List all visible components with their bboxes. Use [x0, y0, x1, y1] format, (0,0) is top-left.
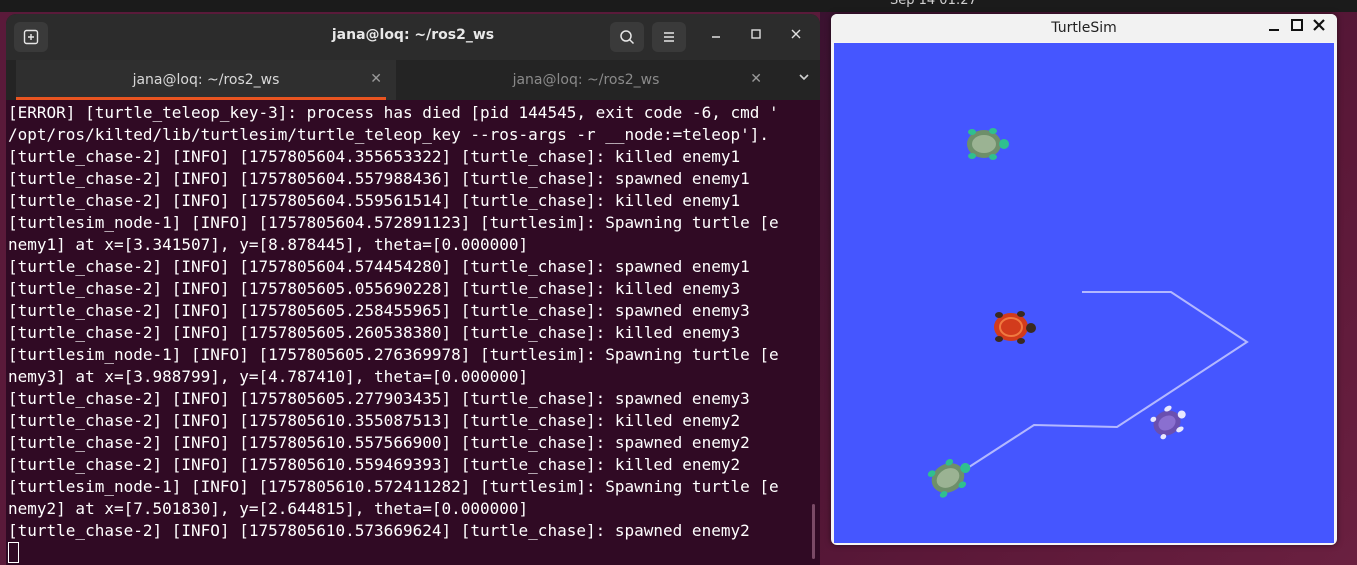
- terminal-line: [turtlesim_node-1] [INFO] [1757805610.57…: [8, 477, 779, 496]
- terminal-line: [turtle_chase-2] [INFO] [1757805604.5595…: [8, 191, 741, 210]
- terminal-headerbar[interactable]: jana@loq: ~/ros2_ws: [6, 14, 820, 60]
- terminal-window[interactable]: jana@loq: ~/ros2_ws jana@loq: ~/ros2_ws …: [6, 14, 820, 565]
- maximize-icon: [1291, 19, 1303, 31]
- minimize-icon: [712, 36, 720, 38]
- tab-bar: jana@loq: ~/ros2_ws ✕ jana@loq: ~/ros2_w…: [6, 60, 820, 100]
- terminal-line: [turtle_chase-2] [INFO] [1757805610.5575…: [8, 433, 750, 452]
- active-tab-indicator: [16, 97, 386, 100]
- green-turtle-icon: [967, 128, 1009, 160]
- turtlesim-maximize-button[interactable]: [1291, 18, 1303, 36]
- terminal-line: [turtle_chase-2] [INFO] [1757805605.2779…: [8, 389, 750, 408]
- terminal-line: [turtle_chase-2] [INFO] [1757805610.3550…: [8, 411, 741, 430]
- terminal-line: [turtle_chase-2] [INFO] [1757805604.3556…: [8, 147, 741, 166]
- close-icon: [1313, 19, 1325, 31]
- terminal-line: [turtle_chase-2] [INFO] [1757805604.5744…: [8, 257, 750, 276]
- turtlesim-canvas[interactable]: [834, 43, 1334, 543]
- menu-button[interactable]: [652, 22, 686, 52]
- turtlesim-scene: [927, 128, 1249, 498]
- search-icon: [620, 30, 635, 45]
- terminal-line: [turtle_chase-2] [INFO] [1757805610.5736…: [8, 521, 750, 540]
- turtlesim-close-button[interactable]: [1313, 18, 1325, 36]
- terminal-output[interactable]: [ERROR] [turtle_teleop_key-3]: process h…: [8, 102, 816, 565]
- terminal-line: [turtlesim_node-1] [INFO] [1757805604.57…: [8, 213, 779, 232]
- scrollbar[interactable]: [812, 504, 815, 559]
- green-turtle-icon: [927, 458, 971, 498]
- tab-terminal-1[interactable]: jana@loq: ~/ros2_ws ✕: [16, 60, 396, 100]
- terminal-line: [ERROR] [turtle_teleop_key-3]: process h…: [8, 103, 779, 122]
- maximize-icon: [751, 29, 761, 39]
- search-button[interactable]: [610, 22, 644, 52]
- close-button[interactable]: [786, 27, 806, 43]
- terminal-line: /opt/ros/kilted/lib/turtlesim/turtle_tel…: [8, 125, 769, 144]
- turtlesim-window[interactable]: TurtleSim: [831, 14, 1337, 545]
- minimize-button[interactable]: [706, 27, 726, 43]
- minimize-icon: [1269, 29, 1279, 31]
- hamburger-menu-icon: [664, 32, 674, 42]
- tab-label: jana@loq: ~/ros2_ws: [132, 72, 280, 88]
- turtlesim-title: TurtleSim: [1051, 20, 1117, 36]
- terminal-line: [turtle_chase-2] [INFO] [1757805605.0556…: [8, 279, 741, 298]
- terminal-line: nemy2] at x=[7.501830], y=[2.644815], th…: [8, 499, 529, 518]
- close-icon: [791, 29, 801, 39]
- system-top-bar: Sep 14 01:27: [0, 0, 1357, 12]
- turtlesim-minimize-button[interactable]: [1268, 18, 1280, 36]
- terminal-line: [turtle_chase-2] [INFO] [1757805605.2605…: [8, 323, 741, 342]
- terminal-cursor: [8, 542, 19, 563]
- tab-label: jana@loq: ~/ros2_ws: [512, 72, 660, 88]
- turtlesim-titlebar[interactable]: TurtleSim: [831, 14, 1337, 42]
- purple-turtle-icon: [1150, 405, 1186, 440]
- tab-close-icon[interactable]: ✕: [370, 71, 382, 87]
- terminal-line: nemy1] at x=[3.341507], y=[8.878445], th…: [8, 235, 529, 254]
- tab-close-icon[interactable]: ✕: [750, 71, 762, 87]
- red-turtle-icon: [994, 311, 1036, 344]
- system-clock[interactable]: Sep 14 01:27: [890, 0, 977, 8]
- terminal-line: [turtle_chase-2] [INFO] [1757805605.2584…: [8, 301, 750, 320]
- tab-terminal-2[interactable]: jana@loq: ~/ros2_ws ✕: [396, 60, 776, 100]
- tab-list-chevron-down-icon[interactable]: [798, 71, 810, 87]
- terminal-line: [turtle_chase-2] [INFO] [1757805610.5594…: [8, 455, 741, 474]
- terminal-line: nemy3] at x=[3.988799], y=[4.787410], th…: [8, 367, 529, 386]
- terminal-title: jana@loq: ~/ros2_ws: [331, 27, 495, 43]
- maximize-button[interactable]: [746, 27, 766, 43]
- terminal-prompt-line[interactable]: [8, 542, 816, 565]
- terminal-line: [turtlesim_node-1] [INFO] [1757805605.27…: [8, 345, 779, 364]
- terminal-line: [turtle_chase-2] [INFO] [1757805604.5579…: [8, 169, 750, 188]
